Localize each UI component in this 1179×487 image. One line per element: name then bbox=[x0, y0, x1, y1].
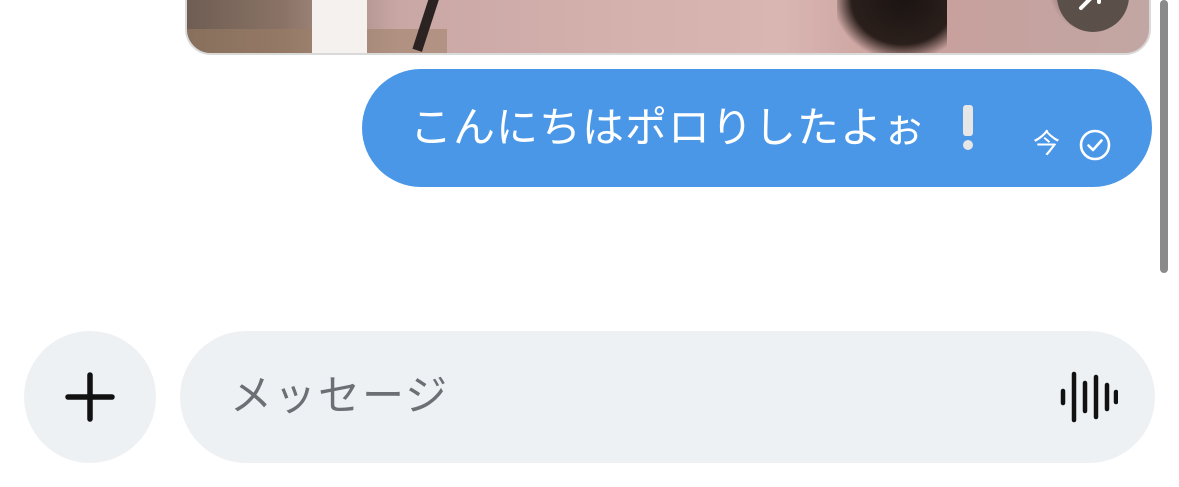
outgoing-message-bubble[interactable]: こんにちはポロりしたよぉ 今 bbox=[362, 69, 1152, 187]
scrollbar[interactable] bbox=[1160, 0, 1168, 273]
media-message-thumbnail[interactable] bbox=[185, 0, 1151, 55]
plus-icon bbox=[65, 372, 115, 422]
message-input[interactable]: メッセージ bbox=[180, 331, 1155, 463]
check-circle-icon bbox=[1079, 129, 1111, 161]
media-object bbox=[312, 0, 367, 53]
message-input-placeholder: メッセージ bbox=[230, 371, 450, 420]
message-time: 今 bbox=[1033, 129, 1060, 160]
voice-waveform-icon[interactable] bbox=[1058, 367, 1118, 427]
exclamation-emoji bbox=[963, 105, 973, 150]
share-arrow-icon bbox=[1079, 0, 1101, 10]
message-text: こんにちはポロりしたよぉ bbox=[410, 103, 927, 152]
media-hair bbox=[837, 0, 947, 53]
add-attachment-button[interactable] bbox=[24, 331, 156, 463]
